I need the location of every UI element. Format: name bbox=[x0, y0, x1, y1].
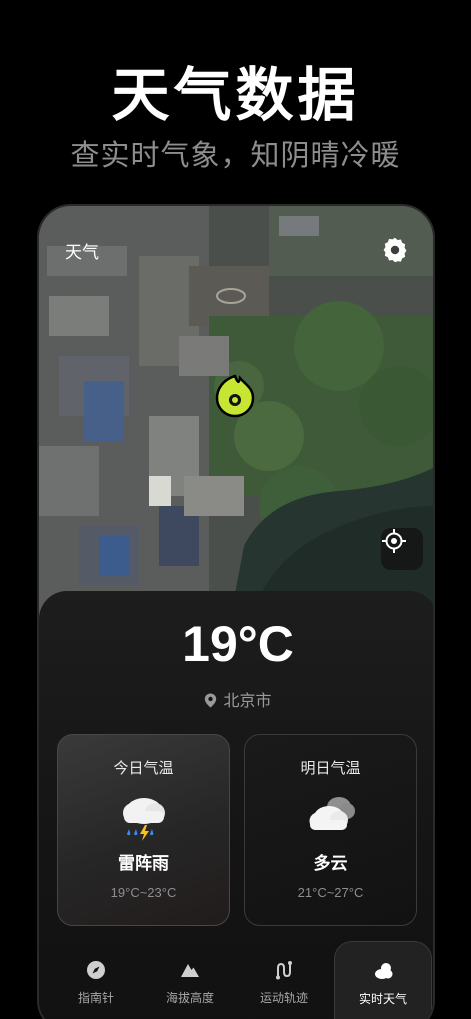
settings-button[interactable] bbox=[381, 236, 409, 264]
weather-cloud-icon bbox=[375, 963, 393, 979]
location-pin-icon bbox=[215, 374, 255, 418]
tomorrow-temperature-range: 21°C~27°C bbox=[297, 885, 364, 900]
today-weather-card[interactable]: 今日气温 雷阵雨 19°C~23°C bbox=[57, 734, 230, 926]
tomorrow-weather-card[interactable]: 明日气温 多云 21°C~27°C bbox=[244, 734, 417, 926]
today-card-title: 今日气温 bbox=[113, 759, 174, 777]
weather-sheet: 19°C 北京市 今日气温 雷阵雨 19°C~23°C 明日气温 多云 21°C… bbox=[39, 591, 433, 1019]
tab-track[interactable]: 运动轨迹 bbox=[235, 941, 333, 1019]
tab-compass-label: 指南针 bbox=[77, 991, 114, 1005]
tomorrow-condition: 多云 bbox=[313, 854, 348, 874]
route-icon bbox=[276, 961, 292, 980]
location-marker-icon bbox=[205, 693, 217, 708]
current-temperature: 19°C bbox=[182, 616, 294, 672]
city-location: 北京市 bbox=[39, 687, 433, 711]
locate-button[interactable] bbox=[381, 528, 423, 570]
city-name: 北京市 bbox=[223, 691, 272, 710]
thunderstorm-cloud-icon bbox=[116, 787, 172, 843]
bottom-tab-bar: 指南针 海拔高度 运动轨迹 实时天气 bbox=[39, 941, 433, 1019]
tab-weather[interactable]: 实时天气 bbox=[334, 941, 432, 1019]
crosshair-icon bbox=[382, 529, 406, 553]
today-condition: 雷阵雨 bbox=[118, 854, 169, 874]
compass-icon bbox=[87, 961, 105, 979]
today-temperature-range: 19°C~23°C bbox=[110, 885, 177, 900]
tab-altitude[interactable]: 海拔高度 bbox=[141, 941, 239, 1019]
satellite-map[interactable]: 天气 bbox=[39, 206, 433, 626]
location-pin[interactable] bbox=[214, 374, 256, 418]
tab-track-label: 运动轨迹 bbox=[259, 991, 308, 1005]
map-header-label: 天气 bbox=[65, 243, 99, 263]
gear-icon bbox=[383, 237, 407, 263]
hero-title: 天气数据 bbox=[111, 61, 360, 129]
hero-subtitle: 查实时气象，知阴晴冷暖 bbox=[70, 138, 401, 172]
cloudy-icon bbox=[303, 787, 359, 843]
phone-frame: 天气 19°C 北京市 今日气温 雷阵雨 19°C~23°C 明日气温 多云 2… bbox=[37, 204, 435, 1019]
tomorrow-card-title: 明日气温 bbox=[300, 759, 361, 777]
tab-compass[interactable]: 指南针 bbox=[47, 941, 145, 1019]
tab-weather-label: 实时天气 bbox=[358, 992, 407, 1006]
tab-altitude-label: 海拔高度 bbox=[165, 991, 214, 1005]
mountain-icon bbox=[181, 964, 199, 977]
